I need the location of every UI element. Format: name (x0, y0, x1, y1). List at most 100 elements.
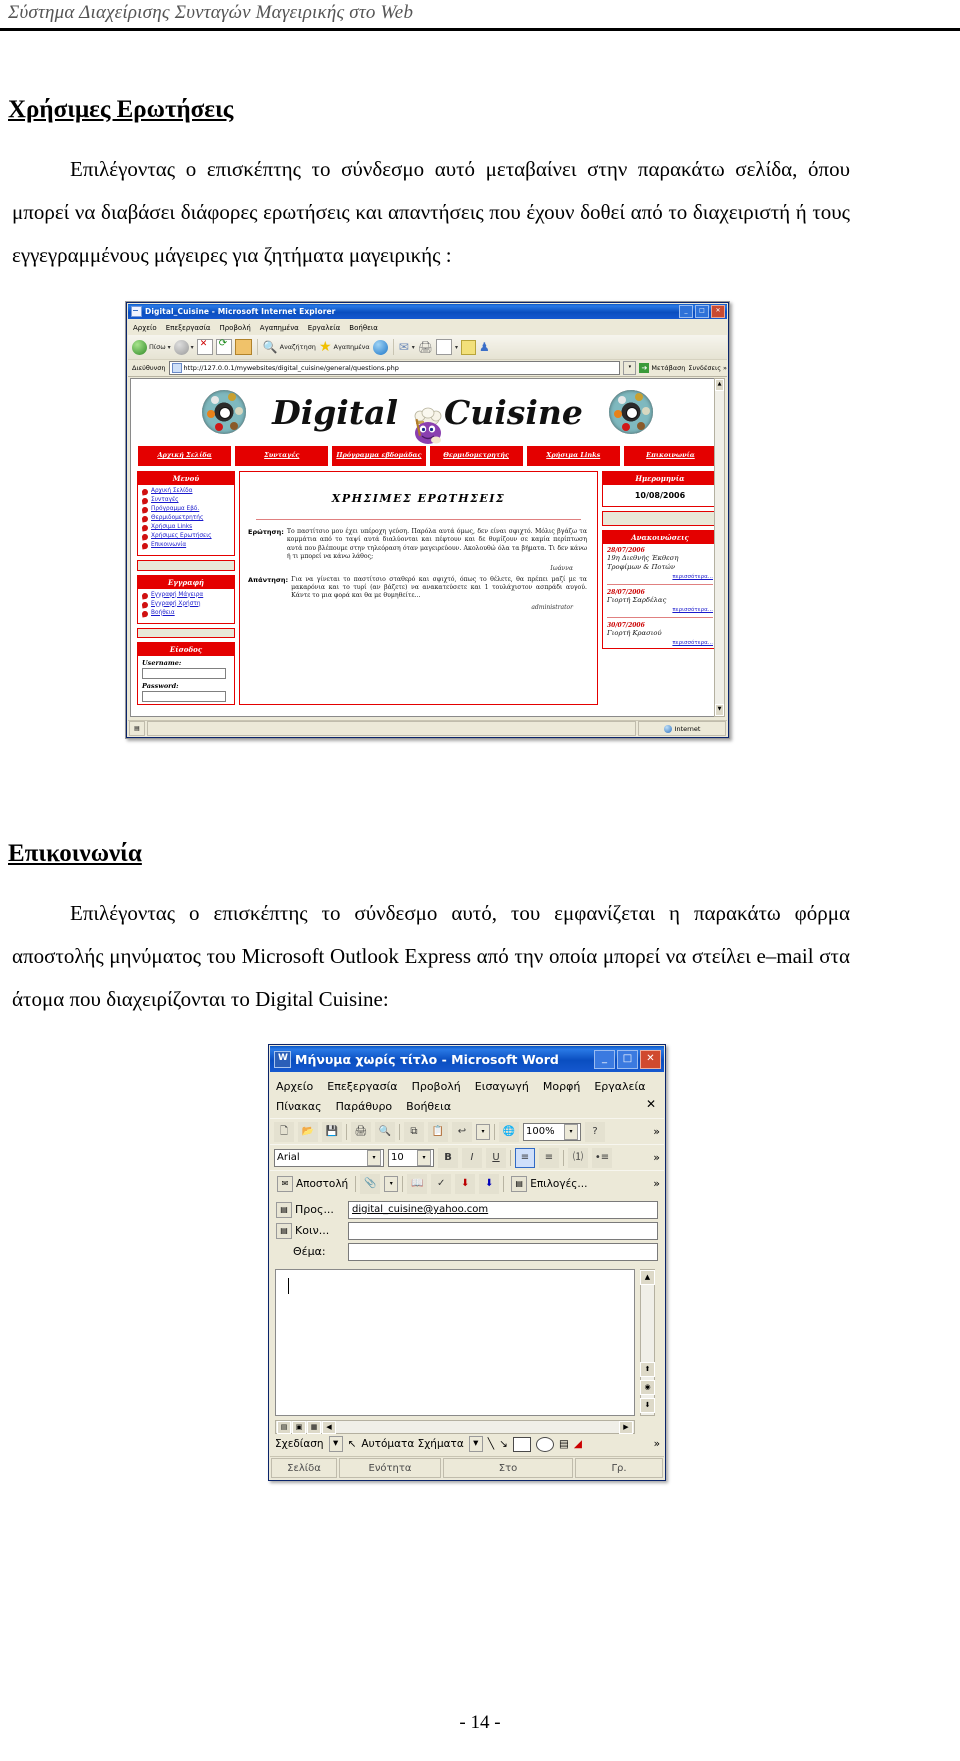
media-icon[interactable] (372, 339, 388, 355)
address-input[interactable]: http://127.0.0.1/mywebsites/digital_cuis… (168, 361, 621, 375)
normal-view-icon[interactable]: ▤ (277, 1420, 291, 1434)
to-input[interactable]: digital_cuisine@yahoo.com (348, 1200, 658, 1219)
chevron-down-icon-forward[interactable]: ▾ (191, 344, 194, 351)
close-document-icon[interactable]: ✕ (646, 1097, 656, 1111)
mail-horizontal-scrollbar[interactable]: ▤ ▣ ▦ ◀ ▶ (275, 1420, 635, 1434)
cc-input[interactable] (348, 1221, 658, 1240)
maximize-button[interactable]: □ (695, 305, 709, 318)
text-box-icon[interactable]: ▤ (559, 1438, 569, 1450)
scroll-down-icon[interactable]: ▼ (715, 704, 724, 716)
sidebar-item-register-cook[interactable]: Εγγραφή Μάγειρα (141, 592, 231, 599)
nav-item-recipes[interactable]: Συνταγές (234, 445, 330, 467)
mail-icon[interactable]: ✉ (399, 340, 409, 354)
links-button[interactable]: Συνδέσεις » (688, 364, 727, 372)
sidebar-item-weekly[interactable]: Πρόγραμμα Εβδ. (141, 506, 231, 514)
mail-menu-format[interactable]: Μορφή (543, 1080, 580, 1093)
menu-item-file[interactable]: Αρχείο (133, 324, 157, 332)
print-icon[interactable]: 🖨 (418, 340, 433, 354)
align-center-icon[interactable]: ≡ (539, 1147, 559, 1168)
mail-menu-tools[interactable]: Εργαλεία (594, 1080, 645, 1093)
scroll-up-icon[interactable]: ▲ (715, 379, 724, 391)
line-icon[interactable]: ╲ (488, 1438, 494, 1450)
minimize-button[interactable]: _ (679, 305, 693, 318)
font-name-combo[interactable]: Arial ▾ (274, 1148, 384, 1167)
rectangle-icon[interactable] (512, 1436, 531, 1452)
low-priority-icon[interactable]: ⬇ (479, 1173, 500, 1194)
ie-vertical-scrollbar[interactable]: ▲ ▼ (714, 378, 725, 717)
mail-menu-view[interactable]: Προβολή (412, 1080, 461, 1093)
autoshapes-chevron-icon[interactable]: ▾ (468, 1436, 483, 1452)
font-name-chevron-icon[interactable]: ▾ (367, 1149, 381, 1166)
sidebar-item-links[interactable]: Χρήσιμα Links (141, 524, 231, 532)
subject-input[interactable] (348, 1242, 658, 1261)
sidebar-item-register-user[interactable]: Εγγραφή Χρήστη (141, 601, 231, 608)
oval-icon[interactable] (535, 1436, 554, 1452)
sidebar-item-contact[interactable]: Επικοινωνία (141, 542, 231, 550)
draw-overflow-icon[interactable]: » (654, 1438, 660, 1450)
menu-item-tools[interactable]: Εργαλεία (308, 324, 341, 332)
cc-button[interactable]: ▤ Κοιν... (276, 1222, 344, 1239)
options-button[interactable]: ▤ Επιλογές... (508, 1174, 590, 1193)
nav-item-home[interactable]: Αρχική Σελίδα (137, 445, 233, 467)
password-input[interactable] (142, 691, 226, 702)
outline-view-icon[interactable]: ◀ (322, 1420, 336, 1434)
mail-menu-window[interactable]: Παράθυρο (336, 1100, 393, 1113)
open-folder-icon[interactable]: 📂 (298, 1121, 318, 1142)
help-icon[interactable]: ? (585, 1121, 605, 1142)
sidebar-item-help[interactable]: Βοήθεια (141, 610, 231, 617)
message-body-input[interactable] (275, 1269, 635, 1416)
nav-item-contact[interactable]: Επικοινωνία (622, 445, 719, 467)
sidebar-item-home[interactable]: Αρχική Σελίδα (141, 488, 231, 496)
back-button[interactable]: Πίσω ▾ (132, 339, 171, 355)
print-layout-view-icon[interactable]: ▦ (307, 1420, 321, 1434)
home-icon[interactable] (234, 339, 252, 355)
messenger-icon[interactable]: ♟ (479, 340, 490, 354)
address-dropdown-icon[interactable]: ▾ (623, 361, 637, 375)
close-button[interactable]: ✕ (711, 305, 725, 318)
mail-menu-insert[interactable]: Εισαγωγή (475, 1080, 529, 1093)
wordart-icon[interactable]: ◢ (574, 1438, 582, 1450)
links-chevron-icon[interactable]: » (723, 364, 727, 372)
draw-chevron-icon[interactable]: ▾ (328, 1436, 343, 1452)
to-button[interactable]: ▤ Προς... (276, 1201, 344, 1218)
mail-vertical-scrollbar[interactable]: ▲ ⬆ ◉ ⬇ (640, 1269, 655, 1416)
print-icon[interactable]: 🖨 (351, 1121, 371, 1142)
nav-item-weekly-program[interactable]: Πρόγραμμα εβδομάδας (331, 445, 427, 467)
menu-item-view[interactable]: Προβολή (219, 324, 250, 332)
draw-label[interactable]: Σχεδίαση (275, 1438, 324, 1450)
stop-icon[interactable] (196, 339, 213, 355)
check-names-icon[interactable]: ✓ (431, 1173, 452, 1194)
align-left-icon[interactable]: ≡ (515, 1147, 535, 1168)
username-input[interactable] (142, 668, 226, 679)
refresh-icon[interactable] (215, 338, 232, 355)
announcement-more-link[interactable]: περισσότερα... (607, 607, 713, 613)
mail-menu-file[interactable]: Αρχείο (276, 1080, 313, 1093)
bulleted-list-icon[interactable]: •≡ (592, 1147, 612, 1168)
underline-icon[interactable]: U (486, 1147, 506, 1168)
chevron-down-icon[interactable]: ▾ (168, 344, 171, 351)
zoom-chevron-icon[interactable]: ▾ (564, 1123, 578, 1140)
menu-item-help[interactable]: Βοήθεια (349, 324, 378, 332)
mail-minimize-button[interactable]: _ (594, 1050, 615, 1069)
numbered-list-icon[interactable]: ⑴ (568, 1147, 588, 1168)
select-browse-object-icon[interactable]: ◉ (640, 1380, 655, 1395)
menu-item-favorites[interactable]: Αγαπημένα (260, 324, 299, 332)
forward-button[interactable]: ▾ (173, 339, 194, 355)
toolbar-overflow-icon[interactable]: » (653, 1125, 660, 1138)
envelope-overflow-icon[interactable]: » (653, 1177, 660, 1190)
hscroll-right-icon[interactable]: ▶ (619, 1420, 633, 1434)
search-button[interactable]: 🔍 Αναζήτηση (263, 340, 316, 354)
undo-chevron-icon[interactable]: ▾ (476, 1123, 490, 1140)
next-page-icon[interactable]: ⬇ (640, 1398, 655, 1413)
announcement-more-link[interactable]: περισσότερα... (607, 640, 713, 646)
attach-file-icon[interactable]: 📎 (360, 1173, 381, 1194)
send-button[interactable]: ✉ Αποστολή (274, 1174, 351, 1193)
notes-icon[interactable] (461, 339, 477, 355)
favorites-button[interactable]: ★ Αγαπημένα (319, 340, 370, 354)
address-book-icon[interactable]: 📖 (407, 1173, 428, 1194)
menu-item-edit[interactable]: Επεξεργασία (166, 324, 211, 332)
mail-scroll-up-icon[interactable]: ▲ (640, 1270, 655, 1285)
mail-menu-table[interactable]: Πίνακας (276, 1100, 322, 1113)
format-overflow-icon[interactable]: » (653, 1151, 660, 1164)
paste-icon[interactable]: 📋 (428, 1121, 448, 1142)
